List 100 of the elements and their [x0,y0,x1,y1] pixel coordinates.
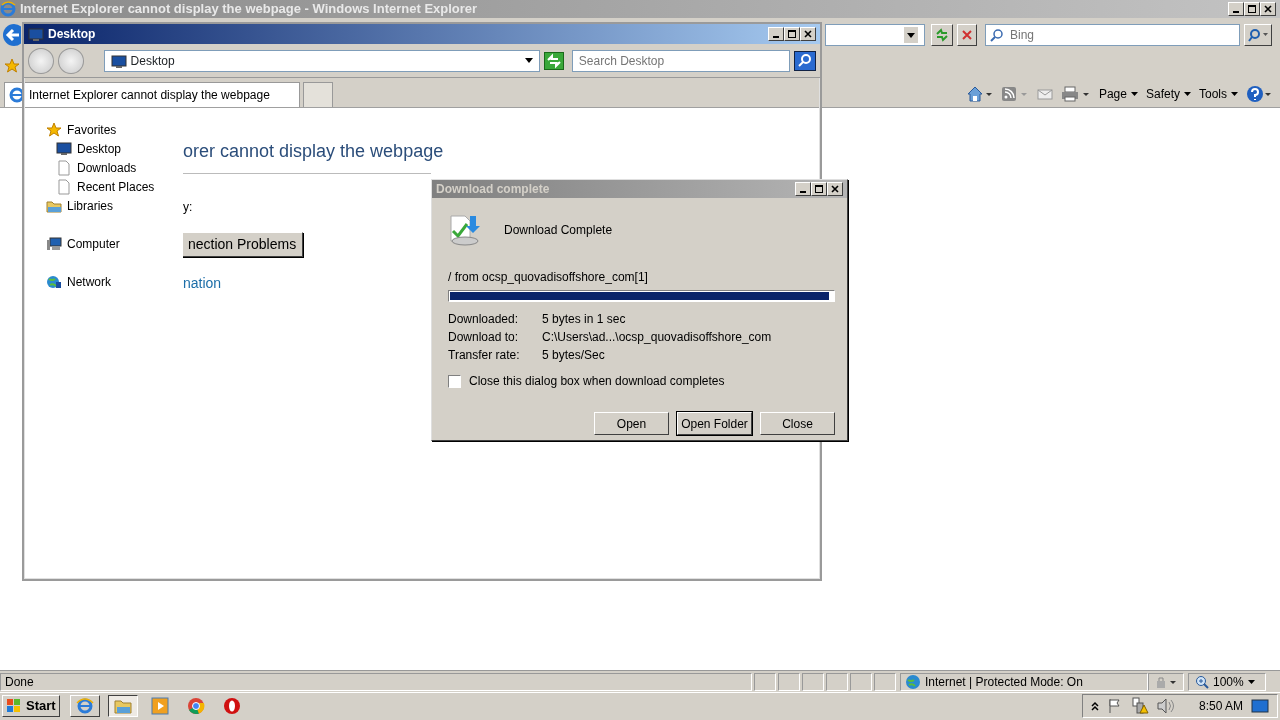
search-button[interactable] [1244,24,1272,46]
close-button[interactable] [827,182,843,196]
globe-icon [905,673,921,690]
status-text: Done [0,672,752,691]
feed-icon[interactable] [1000,86,1029,102]
dialog-button[interactable]: Open Folder [677,412,752,435]
menu-button[interactable]: Page [1098,85,1138,103]
star-icon [46,121,62,138]
close-icon [1264,5,1272,13]
checkbox-label: Close this dialog box when download completes [469,373,725,390]
close-icon [804,30,812,38]
zoom-icon [1195,674,1209,689]
zoom-button[interactable]: 100% [1188,672,1266,691]
dialog-heading: Download Complete [504,222,613,239]
nav-item[interactable]: Libraries [26,196,183,215]
show-desktop-icon[interactable] [1251,697,1269,714]
browser-tab[interactable]: Internet Explorer cannot display the webpage [4,82,300,107]
status-pane [802,672,824,691]
clock-text: 8:50 AM [1198,697,1243,715]
media-player-icon [150,696,169,715]
monitor-icon [56,140,72,157]
opera-icon [222,696,241,715]
speaker-icon[interactable] [1156,697,1175,714]
document-icon [56,159,72,176]
caret-icon [1130,92,1138,96]
back-button[interactable] [2,23,21,47]
nav-item[interactable]: Network [26,272,183,291]
nav-item[interactable]: Recent Places [26,177,183,196]
maximize-icon [1248,5,1256,13]
detail-value: C:\Users\ad...\ocsp_quovadisoffshore_com [542,329,772,346]
caret-icon [1247,679,1255,684]
search-icon[interactable] [794,50,816,71]
browser-icon [9,87,25,103]
stop-icon [961,29,973,41]
diagnose-button[interactable]: nection Problems [181,232,304,257]
detail-label: Transfer rate: [448,347,521,364]
favorites-star-icon[interactable] [4,58,20,74]
security-zone-text: Internet | Protected Mode: On [925,673,1083,691]
maximize-icon [815,185,823,193]
status-pane [874,672,896,691]
minimize-button[interactable] [795,182,811,196]
globe-icon [46,273,62,290]
network-warning-icon[interactable] [1130,696,1149,715]
taskbar-button[interactable] [107,694,138,717]
close-button[interactable] [1260,2,1276,16]
search-icon [990,28,1004,42]
status-pane [754,672,776,691]
stop-button[interactable] [957,24,977,46]
maximize-button[interactable] [1244,2,1260,16]
nav-item[interactable]: Favorites [26,120,183,139]
status-pane [778,672,800,691]
more-info-link[interactable]: nation [183,273,222,294]
status-pane [850,672,872,691]
lock-icon[interactable] [1154,674,1178,689]
refresh-button[interactable] [931,24,953,46]
help-icon[interactable] [1246,85,1272,103]
maximize-button[interactable] [784,27,800,41]
nav-item[interactable]: Downloads [26,158,183,177]
dialog-button[interactable]: Close [760,412,835,435]
page-text: y: [183,199,193,216]
minimize-button[interactable] [1228,2,1244,16]
detail-label: Downloaded: [448,311,520,328]
monitor-icon [110,53,127,68]
window-title: Desktop [48,26,96,43]
checkbox[interactable] [448,374,461,388]
status-pane [826,672,848,691]
address-field[interactable] [825,24,925,46]
browser-icon [75,696,94,715]
minimize-button[interactable] [768,27,784,41]
browser-icon [0,1,16,17]
address-field[interactable]: Desktop [103,49,540,72]
menu-button[interactable]: Safety [1145,85,1191,103]
nav-item[interactable]: Desktop [26,139,183,158]
monitor-icon [28,27,44,41]
dropdown-icon [524,58,533,63]
page-heading: orer cannot display the webpage [183,140,444,163]
maximize-button[interactable] [811,182,827,196]
search-field[interactable]: Bing [985,24,1240,46]
refresh-icon[interactable] [543,51,564,70]
dialog-button[interactable]: Open [594,412,669,435]
detail-value: 5 bytes/Sec [542,347,605,364]
chevron-up-icon[interactable] [1090,700,1099,711]
refresh-icon [935,28,949,42]
maximize-icon [788,30,796,38]
flag-icon[interactable] [1106,697,1123,714]
dropdown-icon[interactable] [904,27,918,43]
close-button[interactable] [800,27,816,41]
menu-button[interactable]: Tools [1199,85,1238,103]
caret-icon [1231,92,1238,96]
home-icon[interactable] [966,86,993,102]
search-field[interactable]: Search Desktop [571,49,790,72]
source-text: / from ocsp_quovadisoffshore_com[1] [448,269,649,286]
search-icon [1248,28,1268,42]
printer-icon[interactable] [1060,86,1091,102]
computer-icon [46,235,62,252]
nav-item[interactable]: Computer [26,234,183,253]
start-button[interactable]: Start [2,694,60,717]
document-icon [56,178,72,195]
windows-logo-icon [6,697,22,714]
download-complete-icon [448,214,480,246]
